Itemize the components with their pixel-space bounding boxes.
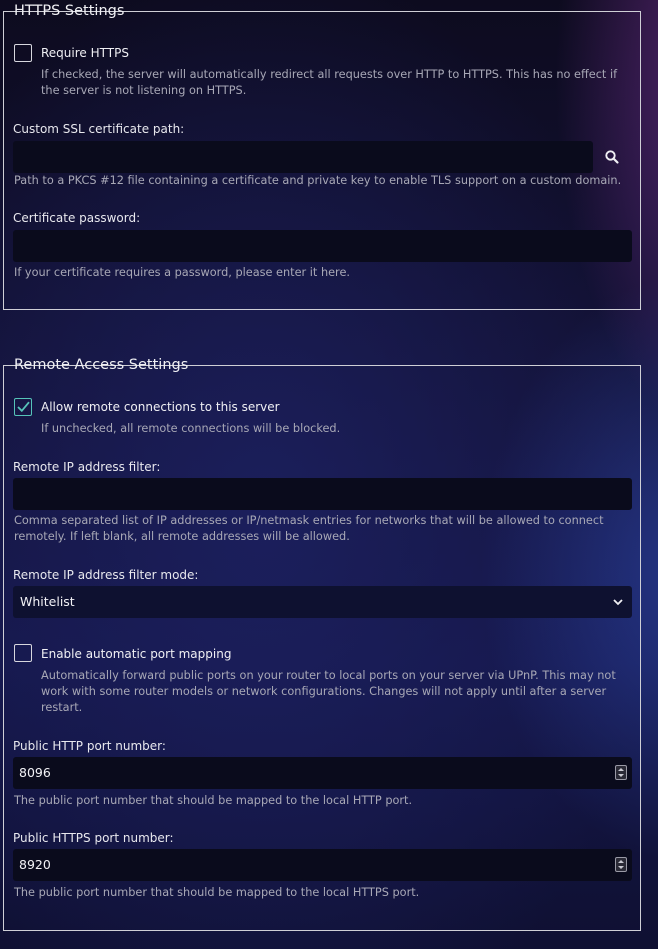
chevron-down-icon (613, 599, 623, 606)
https-port-input[interactable]: 8920 (13, 849, 632, 881)
remote-access-legend: Remote Access Settings (14, 357, 189, 373)
cert-path-browse-button[interactable] (594, 141, 630, 173)
port-mapping-description: Automatically forward public ports on yo… (41, 669, 616, 714)
https-settings-legend: HTTPS Settings (14, 3, 125, 19)
http-port-label: Public HTTP port number: (13, 739, 166, 753)
allow-remote-checkbox[interactable] (14, 398, 32, 416)
filter-mode-label: Remote IP address filter mode: (13, 568, 199, 582)
ip-filter-description: Comma separated list of IP addresses or … (14, 514, 604, 543)
search-icon (605, 150, 619, 164)
allow-remote-label[interactable]: Allow remote connections to this server (41, 400, 280, 414)
ip-filter-label: Remote IP address filter: (13, 460, 161, 474)
require-https-description: If checked, the server will automaticall… (41, 68, 618, 97)
cert-path-label: Custom SSL certificate path: (13, 122, 185, 136)
cert-password-description: If your certificate requires a password,… (14, 266, 350, 279)
checkmark-icon (17, 401, 30, 413)
https-port-description: The public port number that should be ma… (14, 886, 420, 899)
port-mapping-label[interactable]: Enable automatic port mapping (41, 647, 231, 661)
ip-filter-input[interactable] (13, 478, 632, 510)
http-port-description: The public port number that should be ma… (14, 794, 413, 807)
https-settings-section: HTTPS Settings Require HTTPS If checked,… (3, 3, 641, 310)
remote-access-section: Remote Access Settings Allow remote conn… (3, 357, 641, 931)
cert-path-description: Path to a PKCS #12 file containing a cer… (14, 174, 622, 187)
http-port-stepper[interactable] (615, 765, 627, 780)
cert-password-input[interactable] (13, 230, 632, 262)
https-port-label: Public HTTPS port number: (13, 831, 174, 845)
filter-mode-select[interactable]: Whitelist (13, 586, 632, 618)
allow-remote-description: If unchecked, all remote connections wil… (41, 422, 341, 435)
https-port-stepper[interactable] (615, 857, 627, 872)
filter-mode-value: Whitelist (20, 594, 75, 609)
cert-path-input[interactable] (13, 141, 593, 173)
require-https-label[interactable]: Require HTTPS (41, 46, 129, 60)
port-mapping-checkbox[interactable] (14, 644, 32, 662)
cert-password-label: Certificate password: (13, 211, 141, 225)
http-port-input[interactable]: 8096 (13, 757, 632, 789)
require-https-checkbox[interactable] (14, 44, 32, 62)
